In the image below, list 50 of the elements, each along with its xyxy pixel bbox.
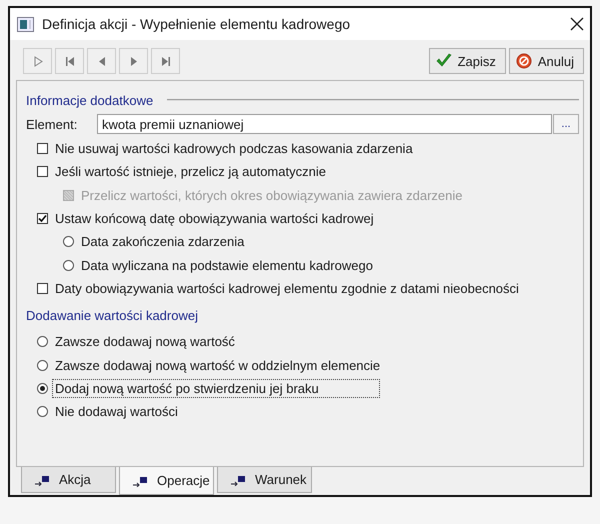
app-icon: [17, 16, 34, 32]
next-icon: [128, 56, 138, 66]
check-icon: [38, 214, 47, 224]
option-label: Ustaw końcową datę obowiązywania wartości kadrowej: [54, 210, 375, 228]
play-icon: [32, 56, 42, 66]
option-label: Zawsze dodawaj nową wartość w oddzielnym elemencie: [54, 356, 382, 375]
option-label: Nie usuwaj wartości kadrowych podczas kasowania zdarzenia: [54, 140, 414, 158]
tab-icon: [34, 474, 51, 486]
tab-icon: [230, 474, 247, 486]
radio-button[interactable]: [63, 260, 74, 271]
option-label: Jeśli wartość istnieje, przelicz ją automatycznie: [54, 163, 327, 182]
option-label: Przelicz wartości, których okres obowiązywania zawiera zdarzenie: [80, 186, 464, 205]
option-label: Data wyliczana na podstawie elementu kadrowego: [80, 256, 374, 275]
previous-button[interactable]: [87, 48, 116, 74]
option-label: Data zakończenia zdarzenia: [80, 233, 246, 252]
previous-icon: [96, 56, 106, 66]
field-label: Element:: [26, 116, 78, 132]
radio-button[interactable]: [63, 236, 74, 248]
last-icon: [160, 56, 170, 66]
radio-button[interactable]: [37, 336, 48, 348]
window-title: Definicja akcji - Wypełnienie elementu kadrowego: [42, 16, 352, 32]
play-button[interactable]: [23, 48, 52, 74]
input-field[interactable]: kwota premii uznaniowej: [97, 114, 552, 134]
checkbox[interactable]: [37, 166, 48, 178]
option-label: Nie dodawaj wartości: [54, 403, 179, 422]
save-button[interactable]: Zapisz: [428, 48, 506, 74]
section-title: Dodawanie wartości kadrowej: [26, 308, 198, 323]
browse-button[interactable]: ...: [553, 114, 579, 134]
check-icon: [436, 53, 452, 69]
radio-button[interactable]: [37, 360, 48, 371]
cancel-button[interactable]: Anuluj: [508, 48, 584, 74]
checkbox[interactable]: [37, 282, 48, 294]
cancel-icon: [516, 53, 532, 69]
option-label: Zawsze dodawaj nową wartość: [54, 333, 236, 352]
option-label: Dodaj nową wartość po stwierdzeniu jej braku: [52, 378, 380, 398]
tab-icon: [132, 474, 149, 486]
checkbox[interactable]: [37, 213, 48, 224]
first-icon: [64, 56, 74, 66]
radio-button[interactable]: [37, 382, 48, 394]
tab[interactable]: Warunek: [217, 467, 312, 493]
checkbox[interactable]: [37, 143, 48, 154]
option-label: Daty obowiązywania wartości kadrowej elementu zgodnie z datami nieobecności: [54, 280, 520, 298]
close-icon[interactable]: [570, 17, 584, 31]
next-button[interactable]: [119, 48, 148, 74]
radio-button[interactable]: [37, 406, 48, 418]
first-button[interactable]: [55, 48, 84, 74]
last-button[interactable]: [151, 48, 180, 74]
section-title: Informacje dodatkowe: [26, 92, 154, 108]
tab[interactable]: Akcja: [21, 467, 116, 493]
tab[interactable]: Operacje: [119, 467, 214, 495]
